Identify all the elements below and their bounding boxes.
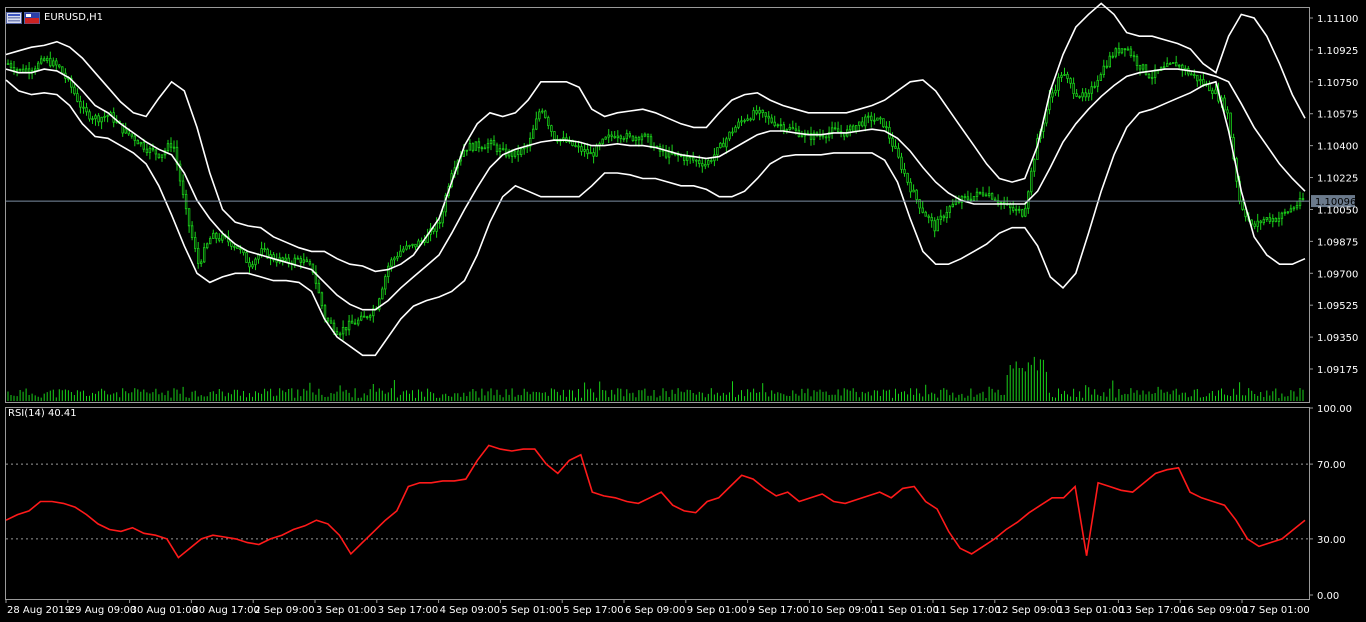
- price-axis: 1.11100 1.10925 1.10750 1.10575 1.10400 1.102…: [1309, 14, 1358, 376]
- chart-canvas: 1.10096 1.11100 1.10925 1.10750 1.10575 1.10…: [5, 2, 1358, 616]
- price-tick-label: 1.10225: [1317, 174, 1358, 185]
- time-tick-label: 11 Sep 17:00: [934, 605, 1001, 616]
- time-tick-label: 13 Sep 17:00: [1119, 605, 1186, 616]
- candle-series: [6, 42, 1305, 341]
- price-tick-label: 1.09525: [1317, 301, 1358, 312]
- price-tick-label: 1.10575: [1317, 110, 1358, 121]
- time-tick-label: 5 Sep 01:00: [501, 605, 561, 616]
- volume-histogram: [7, 356, 1304, 401]
- time-tick-label: 3 Sep 01:00: [316, 605, 376, 616]
- symbol-label: EURUSD,H1: [44, 12, 103, 23]
- time-tick-label: 16 Sep 09:00: [1181, 605, 1248, 616]
- rsi-label: RSI(14) 40.41: [8, 408, 77, 419]
- time-tick-label: 4 Sep 09:00: [440, 605, 500, 616]
- price-tick-label: 1.09700: [1317, 269, 1358, 280]
- time-tick-label: 29 Aug 09:00: [69, 605, 136, 616]
- rsi-tick-label: 0.00: [1317, 591, 1339, 602]
- chart-frames: [5, 7, 1310, 600]
- time-tick-label: 30 Aug 17:00: [192, 605, 259, 616]
- band-lower-line: [5, 79, 1306, 357]
- candle-wicks: [7, 42, 1304, 341]
- price-tick-label: 1.10050: [1317, 205, 1358, 216]
- time-tick-label: 11 Sep 01:00: [872, 605, 939, 616]
- band-upper-line: [5, 2, 1306, 273]
- rsi-tick-label: 30.00: [1317, 535, 1346, 546]
- time-tick-label: 2 Sep 09:00: [254, 605, 314, 616]
- chart-icons: [6, 9, 40, 24]
- price-tick-label: 1.11100: [1317, 14, 1358, 25]
- time-tick-label: 3 Sep 17:00: [378, 605, 438, 616]
- time-tick-label: 9 Sep 17:00: [749, 605, 809, 616]
- time-tick-label: 17 Sep 01:00: [1243, 605, 1310, 616]
- time-tick-label: 9 Sep 01:00: [687, 605, 747, 616]
- time-tick-label: 10 Sep 09:00: [810, 605, 877, 616]
- band-middle-line: [5, 68, 1306, 311]
- rsi-tick-label: 100.00: [1317, 404, 1352, 415]
- rsi-panel-frame: [5, 407, 1310, 600]
- window-list-icon[interactable]: [6, 12, 22, 24]
- price-tick-label: 1.09350: [1317, 333, 1358, 344]
- rsi-tick-label: 70.00: [1317, 460, 1346, 471]
- price-tick-label: 1.10400: [1317, 142, 1358, 153]
- price-tick-label: 1.10925: [1317, 46, 1358, 57]
- time-axis: 28 Aug 201929 Aug 09:0030 Aug 01:0030 Au…: [5, 599, 1310, 616]
- rsi-panel: [5, 444, 1309, 559]
- price-tick-label: 1.10750: [1317, 78, 1358, 89]
- time-tick-label: 6 Sep 09:00: [625, 605, 685, 616]
- volume-bars: [7, 356, 1304, 401]
- time-tick-label: 5 Sep 17:00: [563, 605, 623, 616]
- candle-bodies: [6, 48, 1305, 336]
- time-tick-label: 30 Aug 01:00: [131, 605, 198, 616]
- rsi-line: [5, 444, 1306, 559]
- time-tick-label: 28 Aug 2019: [7, 605, 71, 616]
- time-tick-label: 13 Sep 01:00: [1058, 605, 1125, 616]
- price-tick-label: 1.09175: [1317, 365, 1358, 376]
- rsi-axis: 100.00 70.00 30.00 0.00: [1309, 404, 1352, 602]
- time-tick-label: 12 Sep 09:00: [996, 605, 1063, 616]
- flag-icon[interactable]: [24, 12, 40, 24]
- current-price-marker: 1.10096: [6, 195, 1356, 208]
- price-tick-label: 1.09875: [1317, 237, 1358, 248]
